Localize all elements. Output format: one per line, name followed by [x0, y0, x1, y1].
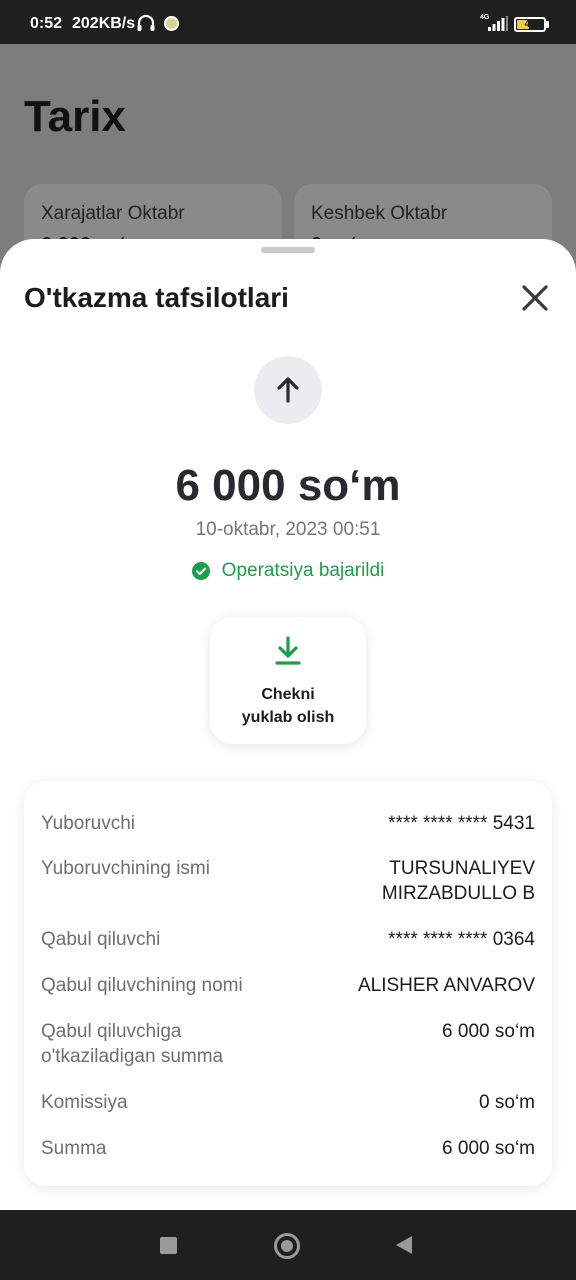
- download-receipt-label: Chekni yuklab olish: [210, 683, 366, 729]
- detail-value: 6 000 so‘m: [442, 1138, 535, 1159]
- close-button[interactable]: [518, 281, 552, 315]
- detail-value: 0 so‘m: [479, 1092, 535, 1113]
- detail-value: TURSUNALIYEV MIRZABDULLO B: [295, 856, 535, 906]
- detail-value: ALISHER ANVAROV: [357, 975, 535, 996]
- status-text: Operatsiya bajarildi: [221, 560, 385, 581]
- details-card: Yuboruvchi **** **** **** 5431 Yuboruvch…: [24, 781, 552, 1186]
- detail-label: Qabul qiluvchi: [41, 929, 161, 950]
- sheet-drag-handle[interactable]: [261, 247, 315, 253]
- close-icon: [522, 285, 548, 311]
- home-icon: [281, 1240, 293, 1252]
- download-label-line1: Chekni: [261, 686, 315, 703]
- system-navigation-bar: [0, 1210, 576, 1280]
- back-button[interactable]: [396, 1236, 412, 1254]
- battery-tip: [546, 21, 549, 28]
- download-label-line2: yuklab olish: [241, 709, 335, 726]
- headset-icon: [136, 14, 156, 37]
- recent-apps-button[interactable]: [160, 1237, 177, 1254]
- app-notification-icon: [164, 16, 179, 31]
- sheet-title: O'tkazma tafsilotlari: [24, 282, 289, 313]
- download-receipt-button[interactable]: Chekni yuklab olish: [210, 617, 366, 744]
- detail-label: Qabul qiluvchining nomi: [41, 975, 243, 996]
- detail-label: Yuboruvchi: [41, 813, 136, 834]
- check-circle-icon: [191, 562, 210, 580]
- transfer-amount: 6 000 so‘m: [175, 461, 401, 510]
- home-button[interactable]: [274, 1233, 300, 1259]
- detail-value: 6 000 so‘m: [442, 1021, 535, 1042]
- battery-icon: 45: [514, 17, 546, 32]
- expenses-card-label: Xarajatlar Oktabr: [41, 203, 185, 224]
- detail-label: Summa: [41, 1138, 107, 1159]
- detail-value: **** **** **** 5431: [388, 813, 535, 834]
- status-badge: Operatsiya bajarildi: [0, 559, 576, 583]
- status-time: 0:52: [30, 15, 63, 32]
- detail-label: Komissiya: [41, 1092, 128, 1113]
- outgoing-transfer-badge: [254, 356, 322, 424]
- battery-level: 45: [524, 19, 536, 30]
- status-network-speed: 202KB/s: [72, 15, 136, 32]
- transfer-datetime: 10-oktabr, 2023 00:51: [195, 519, 381, 540]
- detail-label-line1: Qabul qiluvchiga: [41, 1021, 182, 1042]
- signal-icon: [488, 16, 508, 36]
- detail-label: Yuboruvchining ismi: [41, 858, 210, 879]
- detail-value: **** **** **** 0364: [388, 929, 535, 950]
- detail-label: Qabul qiluvchiga o'tkaziladigan summa: [41, 1019, 301, 1069]
- cashback-card-label: Keshbek Oktabr: [311, 203, 448, 224]
- status-bar: 0:52 202KB/s 4G 45: [0, 0, 576, 44]
- transfer-details-sheet: O'tkazma tafsilotlari 6 000 so‘m 10-okta…: [0, 239, 576, 1210]
- page-title: Tarix: [24, 92, 126, 141]
- detail-value-line2: MIRZABDULLO B: [381, 883, 535, 904]
- download-icon: [275, 636, 301, 665]
- detail-value-line1: TURSUNALIYEV: [389, 858, 535, 879]
- arrow-up-icon: [277, 377, 299, 403]
- detail-label-line2: o'tkaziladigan summa: [41, 1046, 224, 1067]
